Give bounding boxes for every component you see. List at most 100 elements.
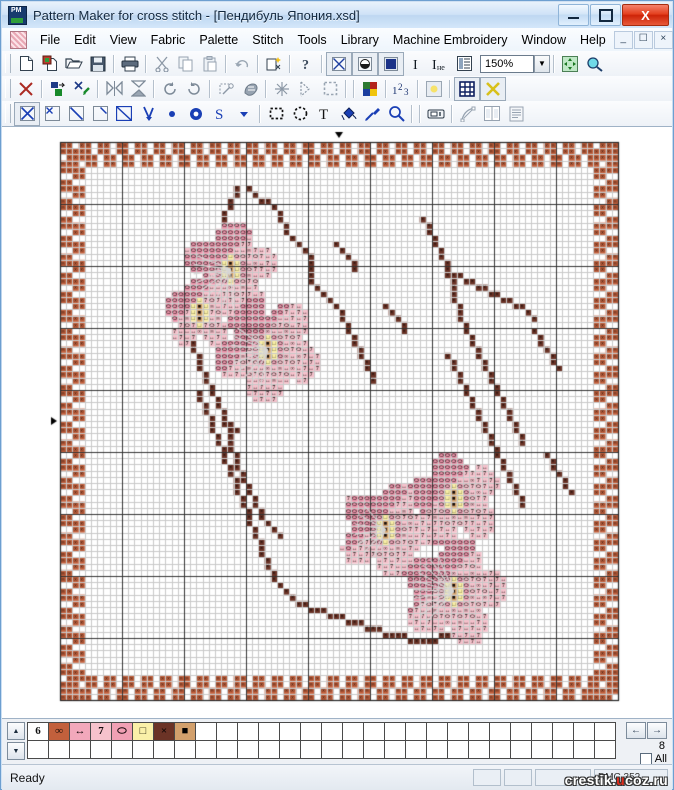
full-cross-stitch-icon[interactable] [14, 101, 40, 126]
menu-item-help[interactable]: Help [573, 31, 613, 49]
palette-empty-slot[interactable] [342, 722, 364, 741]
shade-icon[interactable] [294, 78, 318, 100]
palette-swatch-infinity[interactable]: ∞ [48, 722, 70, 741]
print-icon[interactable] [118, 53, 142, 75]
small-knot-icon[interactable] [160, 103, 184, 125]
close-button[interactable]: X [622, 4, 669, 26]
special-stitch-icon[interactable]: S [208, 103, 232, 125]
palette-empty-slot[interactable] [300, 740, 322, 759]
mdi-close-button[interactable]: × [653, 30, 673, 49]
menu-item-machine-embroidery[interactable]: Machine Embroidery [386, 31, 515, 49]
palette-empty-slot[interactable] [447, 740, 469, 759]
three-quarter-stitch-icon[interactable] [112, 103, 136, 125]
menu-item-view[interactable]: View [103, 31, 144, 49]
export-sparkle-icon[interactable] [262, 53, 286, 75]
backstitch-line-icon[interactable] [64, 103, 88, 125]
hide-grid-icon[interactable] [480, 76, 506, 101]
text-symbol-icon[interactable]: I [404, 53, 428, 75]
palette-empty-slot[interactable] [363, 740, 385, 759]
rotate-right-icon[interactable] [158, 78, 182, 100]
palette-empty-slot[interactable] [237, 722, 259, 741]
cross-stitch-view-icon[interactable] [326, 51, 352, 76]
help-question-icon[interactable]: ? [294, 53, 318, 75]
palette-empty-slot[interactable] [321, 722, 343, 741]
minimize-button[interactable] [558, 4, 589, 26]
palette-empty-slot[interactable] [384, 722, 406, 741]
fit-to-window-icon[interactable] [558, 53, 582, 75]
menu-item-window[interactable]: Window [515, 31, 573, 49]
text-tool-icon[interactable]: T [312, 103, 336, 125]
menu-item-stitch[interactable]: Stitch [245, 31, 290, 49]
split-view-icon[interactable] [480, 103, 504, 125]
palette-empty-slot[interactable] [510, 722, 532, 741]
palette-empty-slot[interactable] [363, 722, 385, 741]
mdi-minimize-button[interactable]: _ [613, 30, 633, 49]
palette-empty-slot[interactable] [510, 740, 532, 759]
chart-work-area[interactable] [2, 126, 672, 719]
menu-item-file[interactable]: File [33, 31, 67, 49]
halftone-view-icon[interactable] [352, 51, 378, 76]
stitch-dropdown-icon[interactable] [232, 103, 256, 125]
spin-down-icon[interactable]: ▼ [7, 742, 25, 760]
palette-empty-slot[interactable] [531, 740, 553, 759]
palette-empty-slot[interactable] [447, 722, 469, 741]
palette-empty-slot[interactable] [174, 740, 196, 759]
palette-empty-slot[interactable] [489, 740, 511, 759]
grid-toggle-icon[interactable] [454, 76, 480, 101]
french-knot-icon[interactable] [184, 103, 208, 125]
palette-empty-slot[interactable] [531, 722, 553, 741]
palette-empty-slot[interactable] [111, 740, 133, 759]
palette-empty-slot[interactable] [195, 722, 217, 741]
toolbar-grip[interactable] [5, 104, 11, 123]
palette-swatch-6[interactable]: 6 [27, 722, 49, 741]
palette-empty-slot[interactable] [405, 722, 427, 741]
toolbar-grip[interactable] [5, 54, 11, 73]
menu-item-fabric[interactable]: Fabric [144, 31, 193, 49]
menu-item-edit[interactable]: Edit [67, 31, 103, 49]
palette-empty-slot[interactable] [132, 740, 154, 759]
ellipse-select-icon[interactable] [288, 103, 312, 125]
palette-empty-slot[interactable] [69, 740, 91, 759]
palette-empty-slot[interactable] [468, 722, 490, 741]
menu-item-library[interactable]: Library [334, 31, 386, 49]
palette-swatch-filled[interactable]: ■ [174, 722, 196, 741]
flip-horizontal-icon[interactable] [102, 78, 126, 100]
palette-empty-slot[interactable] [594, 722, 616, 741]
palette-empty-slot[interactable] [426, 740, 448, 759]
save-disk-icon[interactable] [86, 53, 110, 75]
palette-empty-slot[interactable] [300, 722, 322, 741]
palette-empty-slot[interactable] [405, 740, 427, 759]
palette-empty-slot[interactable] [216, 722, 238, 741]
palette-empty-slot[interactable] [321, 740, 343, 759]
palette-swatch-arrows[interactable]: ↔ [69, 722, 91, 741]
palette-empty-slot[interactable] [552, 740, 574, 759]
palette-swatch-seven[interactable]: 7 [90, 722, 112, 741]
number-sequence-icon[interactable]: 123 [390, 78, 414, 100]
palette-empty-slot[interactable] [258, 722, 280, 741]
half-stitch-icon[interactable] [88, 103, 112, 125]
palette-empty-slot[interactable] [573, 722, 595, 741]
open-folder-icon[interactable] [62, 53, 86, 75]
palette-empty-slot[interactable] [468, 740, 490, 759]
mdi-restore-button[interactable]: ☐ [633, 30, 653, 49]
snowflake-icon[interactable] [270, 78, 294, 100]
cross-stitch-chart[interactable] [2, 127, 672, 719]
marquee-select-icon[interactable] [318, 78, 342, 100]
cut-scissors-icon[interactable] [150, 53, 174, 75]
palette-empty-slot[interactable] [489, 722, 511, 741]
palette-empty-slot[interactable] [573, 740, 595, 759]
arrow-left-icon[interactable]: ← [626, 722, 646, 739]
palette-empty-slot[interactable] [594, 740, 616, 759]
undo-icon[interactable] [230, 53, 254, 75]
menu-item-tools[interactable]: Tools [291, 31, 334, 49]
palette-empty-slot[interactable] [90, 740, 112, 759]
palette-empty-slot[interactable] [153, 740, 175, 759]
palette-empty-slot[interactable] [342, 740, 364, 759]
palette-empty-slot[interactable] [384, 740, 406, 759]
move-block-icon[interactable] [46, 78, 70, 100]
new-document-icon[interactable] [14, 53, 38, 75]
straight-stitch-icon[interactable] [136, 103, 160, 125]
zoom-level-input[interactable]: 150% [480, 54, 534, 73]
palette-empty-slot[interactable] [279, 722, 301, 741]
palette-empty-slot[interactable] [237, 740, 259, 759]
